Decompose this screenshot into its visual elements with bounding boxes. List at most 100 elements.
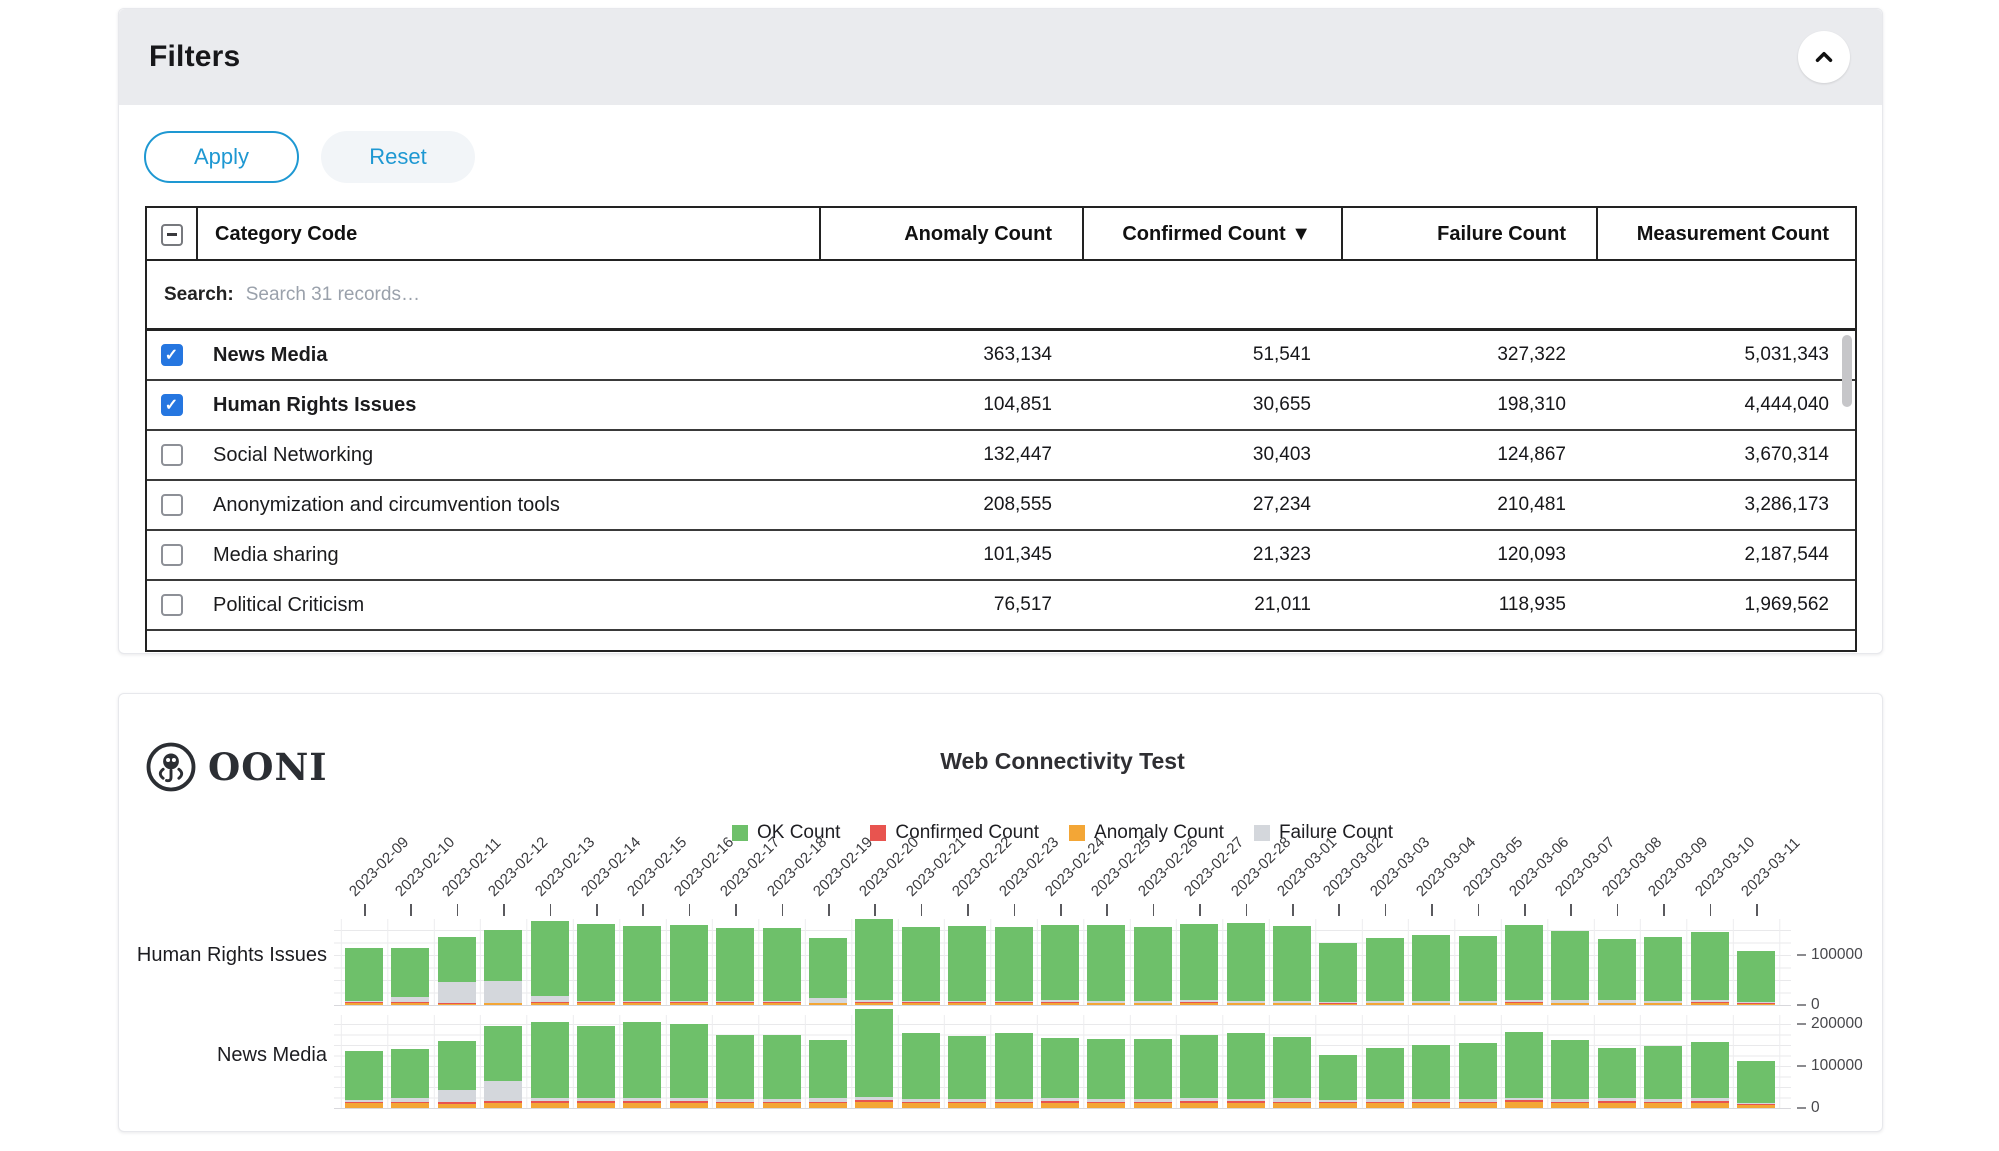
bar-segment-anomaly [1737,1004,1775,1006]
bar-segment-anomaly [1505,1003,1543,1006]
row-checkbox[interactable] [161,444,183,466]
select-all-checkbox[interactable] [161,224,183,246]
bar-segment-ok [995,927,1033,1001]
bar-segment-ok [1551,931,1589,1001]
stacked-bar [484,1026,522,1108]
table-header-row: Category CodeAnomaly CountConfirmed Coun… [147,208,1855,261]
y-tick-label: 100000 [1811,946,1863,964]
table-scrollbar-thumb[interactable] [1842,335,1852,407]
bar-segment-anomaly [1551,1103,1589,1108]
y-axis-tick: 0 [1797,996,1820,1014]
stacked-bar [716,1035,754,1108]
bar-segment-anomaly [1505,1102,1543,1108]
bar-segment-anomaly [1412,1103,1450,1108]
reset-button[interactable]: Reset [321,131,475,183]
confirmed-count-value: 30,403 [1082,444,1341,466]
stacked-bar [345,1051,383,1109]
bar-segment-ok [1041,925,1079,1000]
column-header-anomaly-count[interactable]: Anomaly Count [819,208,1082,261]
category-name: Media sharing [196,544,819,567]
row-checkbox[interactable]: ✓ [161,394,183,416]
bar-segment-ok [438,937,476,983]
table-row[interactable]: Anonymization and circumvention tools208… [147,481,1855,531]
stacked-bar [1505,1032,1543,1108]
search-input[interactable] [244,283,844,307]
bar-segment-anomaly [1459,1003,1497,1005]
bar-segment-ok [1551,1040,1589,1099]
ooni-brand: OONI [144,740,328,794]
date-tickmark [1153,904,1155,916]
bar-segment-ok [1459,1043,1497,1099]
confirmed-count-value: 21,011 [1082,594,1341,616]
date-tickmark [735,904,737,916]
bar-segment-ok [716,928,754,1001]
stacked-bar [1366,1048,1404,1108]
y-tick-dash [1797,1065,1806,1067]
date-tickmark [921,904,923,916]
bar-segment-anomaly [1412,1003,1450,1005]
stacked-bar [1319,1055,1357,1108]
row-checkbox[interactable]: ✓ [161,344,183,366]
date-tickmark [828,904,830,916]
bar-segment-ok [763,1035,801,1099]
chart-row-label: Human Rights Issues [135,944,327,967]
bar-segment-anomaly [345,1003,383,1005]
table-row[interactable]: ✓News Media363,13451,541327,3225,031,343 [147,331,1855,381]
bar-segment-anomaly [1041,1103,1079,1108]
bar-segment-anomaly [902,1103,940,1108]
stacked-bar [855,1009,893,1108]
bar-segment-ok [902,1033,940,1099]
chart-date-tickmarks [334,904,1791,917]
bar-segment-anomaly [1041,1003,1079,1006]
y-axis-tick: 0 [1797,1099,1820,1117]
category-name: News Media [196,344,819,367]
date-tickmark [1617,904,1619,916]
bar-segment-ok [948,926,986,1001]
bar-segment-anomaly [670,1003,708,1006]
bar-segment-anomaly [623,1103,661,1108]
table-row[interactable]: Social Networking132,44730,403124,8673,6… [147,431,1855,481]
bar-segment-ok [1505,1032,1543,1098]
date-tickmark [1710,904,1712,916]
chart-panel: 1000000 [334,919,1791,1006]
bar-segment-anomaly [1644,1003,1682,1005]
bar-segment-anomaly [484,1003,522,1005]
collapse-panel-button[interactable] [1798,31,1850,83]
column-header-confirmed-count[interactable]: Confirmed Count ▼ [1082,208,1341,261]
stacked-bar [809,1040,847,1108]
y-tick-label: 0 [1811,996,1820,1014]
bar-segment-anomaly [809,1103,847,1108]
bar-segment-ok [484,930,522,981]
bar-segment-anomaly [1691,1003,1729,1006]
column-header-failure-count[interactable]: Failure Count [1341,208,1596,261]
bar-segment-anomaly [484,1103,522,1108]
bar-segment-ok [1412,1045,1450,1100]
row-checkbox[interactable] [161,494,183,516]
bar-segment-anomaly [577,1103,615,1108]
bar-segment-anomaly [948,1003,986,1006]
date-tickmark [1524,904,1526,916]
bar-segment-anomaly [1087,1003,1125,1005]
row-checkbox[interactable] [161,544,183,566]
bar-segment-anomaly [1598,1103,1636,1108]
stacked-bar [1366,938,1404,1005]
row-checkbox[interactable] [161,594,183,616]
bar-segment-failure [484,981,522,1003]
table-row[interactable]: ✓Human Rights Issues104,85130,655198,310… [147,381,1855,431]
table-row[interactable]: Media sharing101,34521,323120,0932,187,5… [147,531,1855,581]
bar-segment-ok [1227,1033,1265,1099]
chart-panel: 2000001000000 [334,1015,1791,1109]
stacked-bar [1180,1035,1218,1108]
bar-segment-ok [577,1026,615,1098]
apply-button[interactable]: Apply [144,131,299,183]
column-header-category-code[interactable]: Category Code [196,208,819,261]
bar-segment-anomaly [809,1003,847,1005]
confirmed-count-value: 51,541 [1082,344,1341,366]
table-row[interactable]: Political Criticism76,51721,011118,9351,… [147,581,1855,631]
bar-segment-anomaly [716,1103,754,1108]
bar-segment-ok [1087,925,1125,1001]
column-header-measurement-count[interactable]: Measurement Count [1596,208,1857,261]
bar-segment-anomaly [855,1003,893,1005]
category-name: Anonymization and circumvention tools [196,494,819,517]
stacked-bar [763,928,801,1006]
